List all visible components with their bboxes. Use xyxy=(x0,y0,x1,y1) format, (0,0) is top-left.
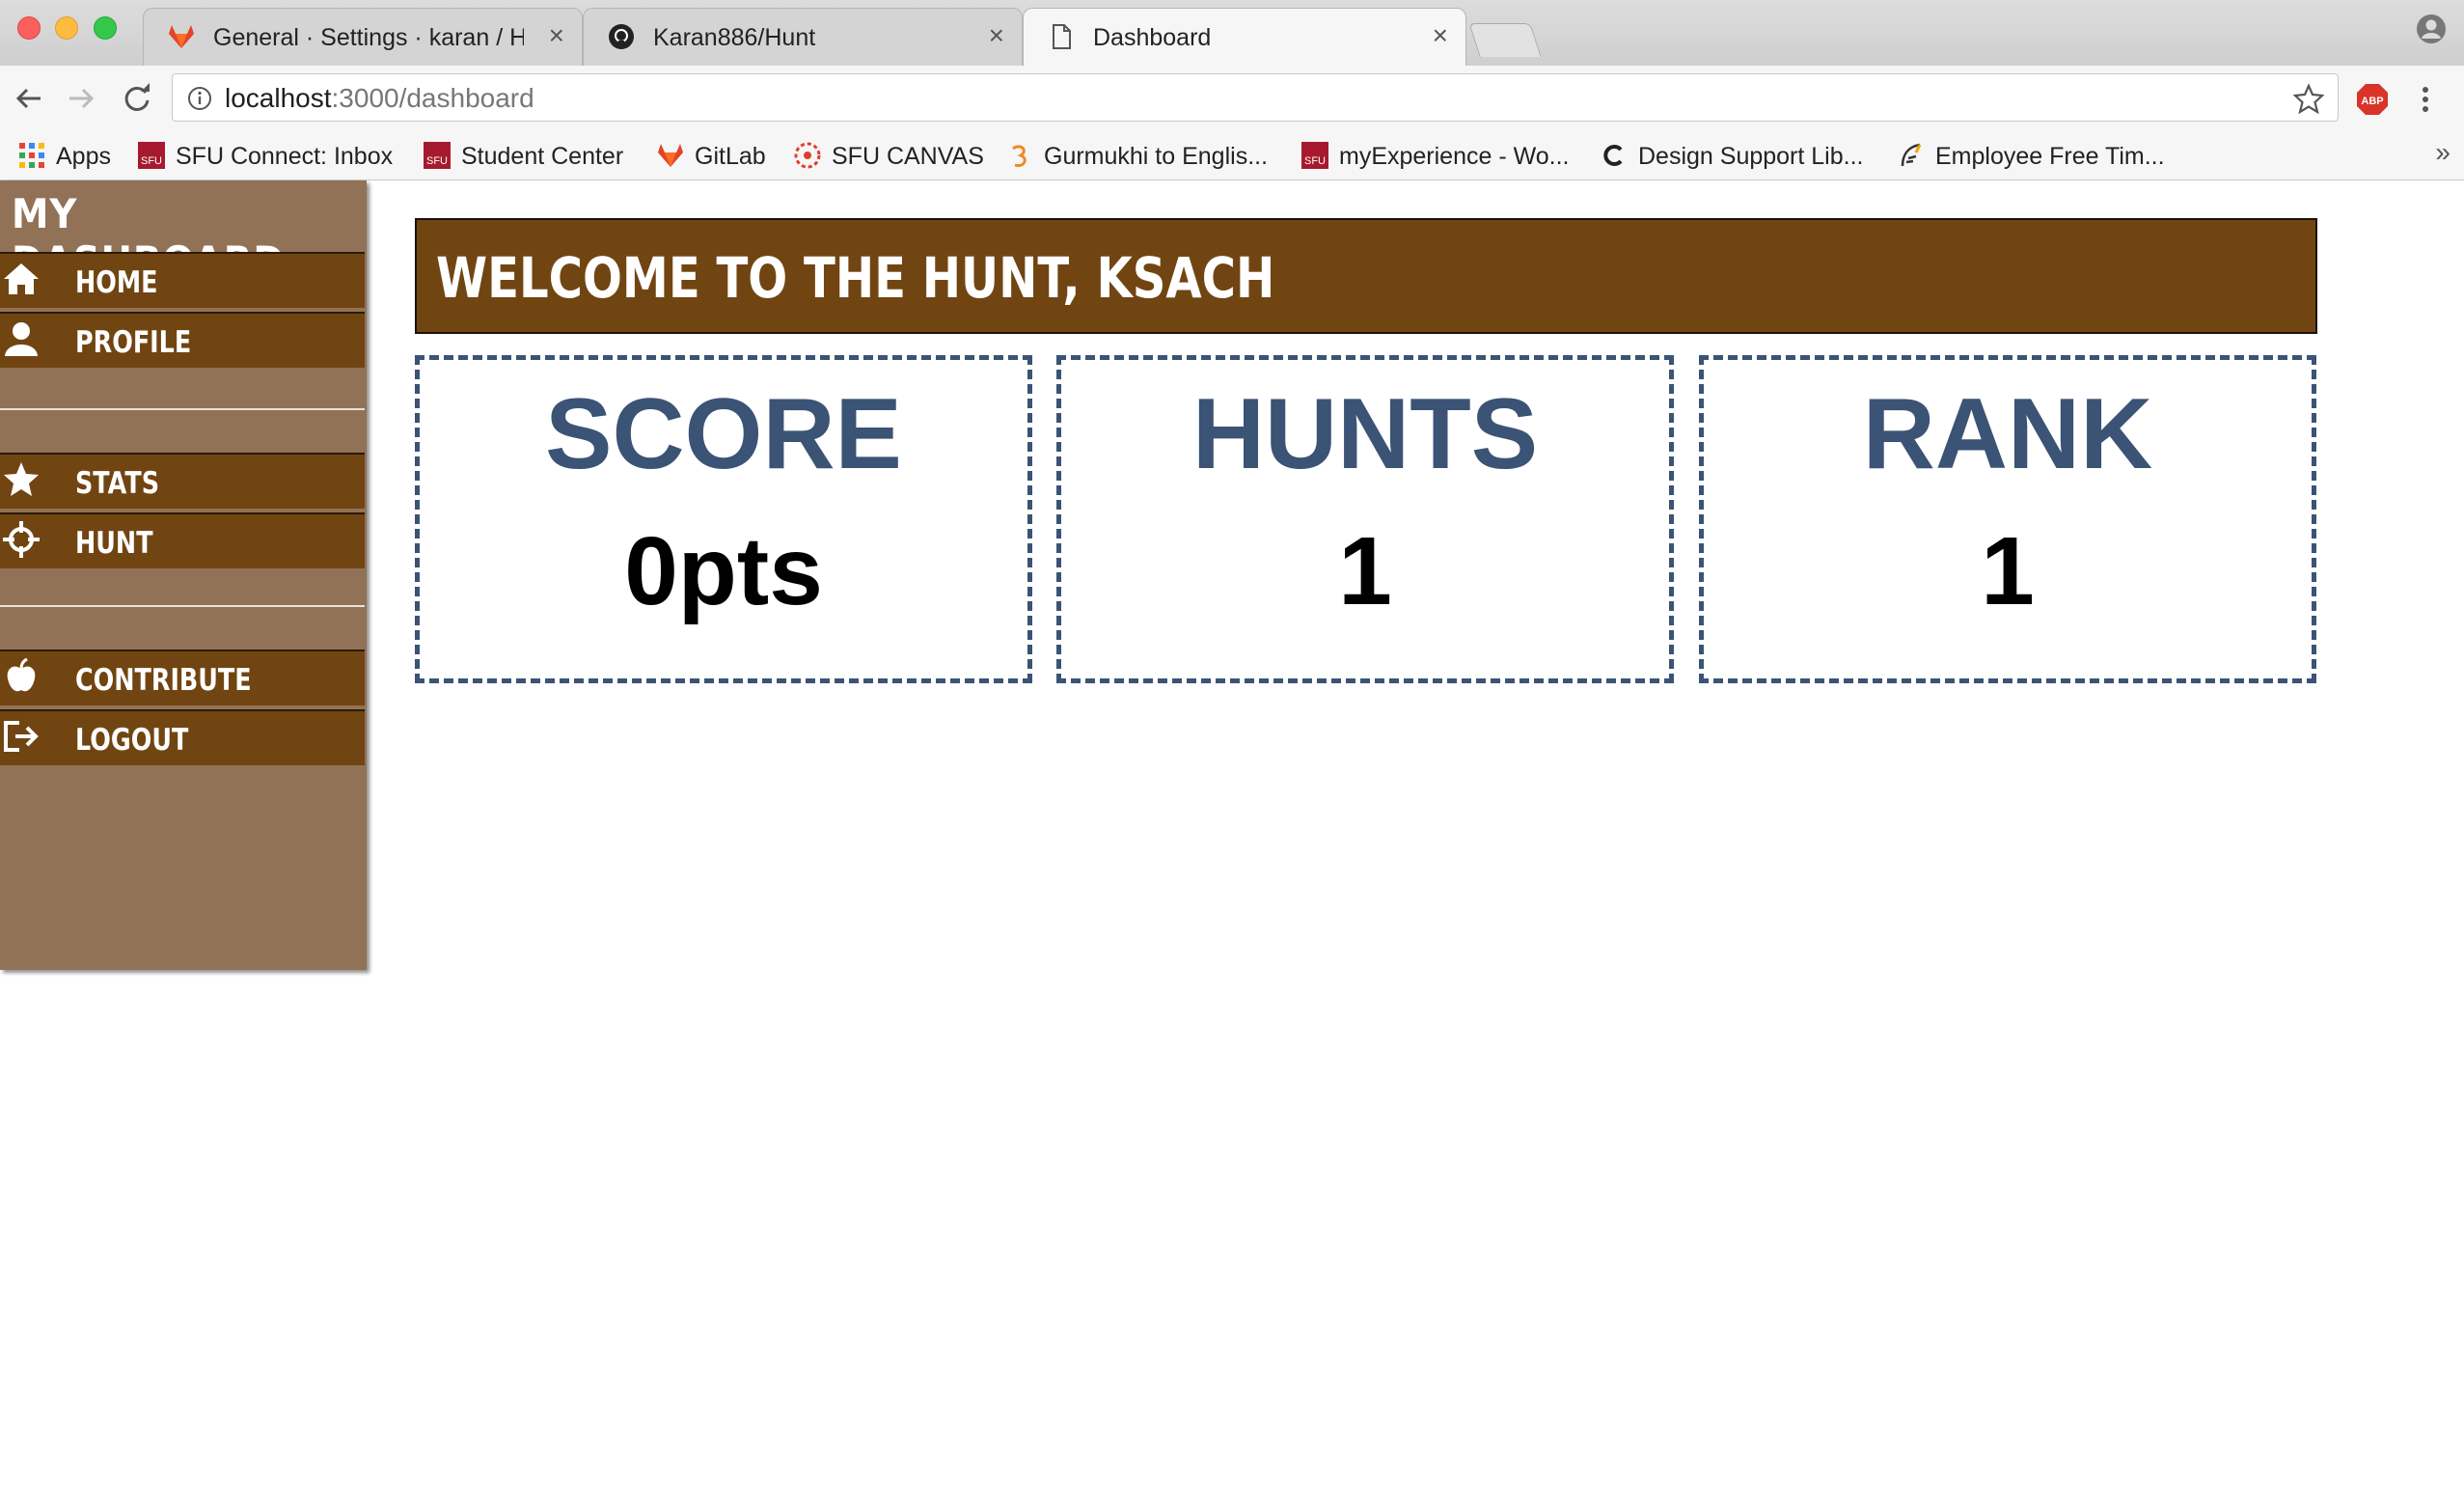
score-card: SCORE 0pts xyxy=(415,355,1032,683)
gitlab-icon xyxy=(658,144,683,167)
window-minimize-button[interactable] xyxy=(55,16,78,40)
hunts-label: HUNTS xyxy=(1191,378,1539,490)
bookmarks-overflow-icon[interactable]: » xyxy=(2435,137,2450,168)
svg-text:SFU: SFU xyxy=(426,155,448,167)
sidebar-item-home[interactable]: Home xyxy=(0,252,365,308)
browser-menu-icon[interactable] xyxy=(2416,81,2435,118)
tab-title: Karan886/Hunt xyxy=(653,24,816,51)
tab-strip: General · Settings · karan / Hunt × Kara… xyxy=(0,0,2464,67)
sfu-icon: SFU xyxy=(1301,142,1328,169)
sidebar-item-profile[interactable]: Profile xyxy=(0,312,365,368)
browser-toolbar: localhost:3000/dashboard ABP xyxy=(0,66,2464,131)
sidebar-item-stats[interactable]: Stats xyxy=(0,453,365,509)
score-value: 0pts xyxy=(624,517,823,625)
welcome-heading: Welcome to the Hunt, ksach xyxy=(436,245,1275,311)
close-icon[interactable]: × xyxy=(1433,20,1448,51)
star-icon xyxy=(4,462,39,496)
bookmark-label: Apps xyxy=(56,143,111,170)
sfu-icon: SFU xyxy=(424,142,451,169)
canvas-icon xyxy=(794,142,821,169)
sidebar-divider xyxy=(0,408,365,410)
sidebar-item-label: Home xyxy=(75,265,158,300)
hunts-card: HUNTS 1 xyxy=(1056,355,1674,683)
url-text[interactable]: localhost:3000/dashboard xyxy=(225,83,534,114)
close-icon[interactable]: × xyxy=(549,20,564,51)
tab-title: Dashboard xyxy=(1093,24,1212,51)
sidebar-divider xyxy=(0,605,365,607)
address-bar[interactable]: localhost:3000/dashboard xyxy=(172,73,2339,122)
new-tab-button[interactable] xyxy=(1468,23,1542,57)
forward-icon[interactable] xyxy=(62,79,100,118)
svg-text:SFU: SFU xyxy=(141,155,162,167)
adblock-icon[interactable]: ABP xyxy=(2356,83,2389,116)
rank-card: RANK 1 xyxy=(1699,355,2316,683)
sidebar-item-label: Stats xyxy=(75,466,160,501)
bookmark-star-icon[interactable] xyxy=(2293,83,2324,114)
bookmarks-bar: Apps SFU SFU Connect: Inbox SFU Student … xyxy=(0,131,2464,180)
c-icon xyxy=(1603,145,1623,166)
sidebar-item-label: Contribute xyxy=(75,663,252,698)
browser-chrome: General · Settings · karan / Hunt × Kara… xyxy=(0,0,2464,180)
apps-grid-icon xyxy=(19,143,44,168)
sidebar-item-label: Hunt xyxy=(75,526,153,561)
sfu-icon: SFU xyxy=(138,142,165,169)
welcome-banner: Welcome to the Hunt, ksach xyxy=(415,218,2317,334)
user-icon xyxy=(5,322,38,356)
bookmark-label: GitLab xyxy=(695,143,766,170)
gurmukhi-icon xyxy=(1012,145,1027,168)
url-host: localhost xyxy=(225,83,332,113)
home-icon xyxy=(4,263,39,294)
sidebar: My Dashboard Home Profile Stats Hunt xyxy=(0,180,367,970)
bookmark-label: SFU CANVAS xyxy=(832,143,984,170)
sidebar-item-contribute[interactable]: Contribute xyxy=(0,649,365,705)
sidebar-item-hunt[interactable]: Hunt xyxy=(0,512,365,568)
rank-value: 1 xyxy=(1981,517,2035,625)
bookmark-label: Student Center xyxy=(461,143,624,170)
info-icon[interactable] xyxy=(186,85,213,112)
window-close-button[interactable] xyxy=(17,16,41,40)
url-path: :3000/dashboard xyxy=(331,83,534,113)
score-label: SCORE xyxy=(545,378,902,490)
sidebar-item-logout[interactable]: Logout xyxy=(0,709,365,765)
gitlab-icon xyxy=(169,25,194,48)
browser-tab[interactable]: General · Settings · karan / Hunt × xyxy=(143,8,583,66)
sidebar-item-label: Profile xyxy=(75,325,192,360)
bookmark-label: Gurmukhi to Englis... xyxy=(1044,143,1269,170)
browser-tab-active[interactable]: Dashboard × xyxy=(1023,8,1466,67)
rank-label: RANK xyxy=(1862,378,2153,490)
logout-icon xyxy=(4,721,39,752)
svg-text:ABP: ABP xyxy=(2361,96,2383,107)
close-icon[interactable]: × xyxy=(989,20,1004,51)
bookmark-label: Employee Free Tim... xyxy=(1935,143,2165,170)
sidebar-item-label: Logout xyxy=(75,723,189,758)
page-icon xyxy=(1053,24,1071,49)
apple-icon xyxy=(7,657,36,692)
window-maximize-button[interactable] xyxy=(94,16,117,40)
github-icon xyxy=(609,24,634,49)
browser-tab[interactable]: Karan886/Hunt × xyxy=(583,8,1023,66)
bookmark-label: SFU Connect: Inbox xyxy=(176,143,394,170)
svg-text:SFU: SFU xyxy=(1304,155,1326,167)
crosshair-icon xyxy=(3,521,40,558)
feather-icon xyxy=(1901,143,1922,167)
tab-title: General · Settings · karan / Hunt xyxy=(213,24,524,51)
bookmark-label: myExperience - Wo... xyxy=(1339,143,1570,170)
reload-icon[interactable] xyxy=(118,79,156,118)
hunts-value: 1 xyxy=(1338,517,1392,625)
back-icon[interactable] xyxy=(10,79,48,118)
bookmark-label: Design Support Lib... xyxy=(1638,143,1864,170)
profile-icon[interactable] xyxy=(2416,14,2447,44)
